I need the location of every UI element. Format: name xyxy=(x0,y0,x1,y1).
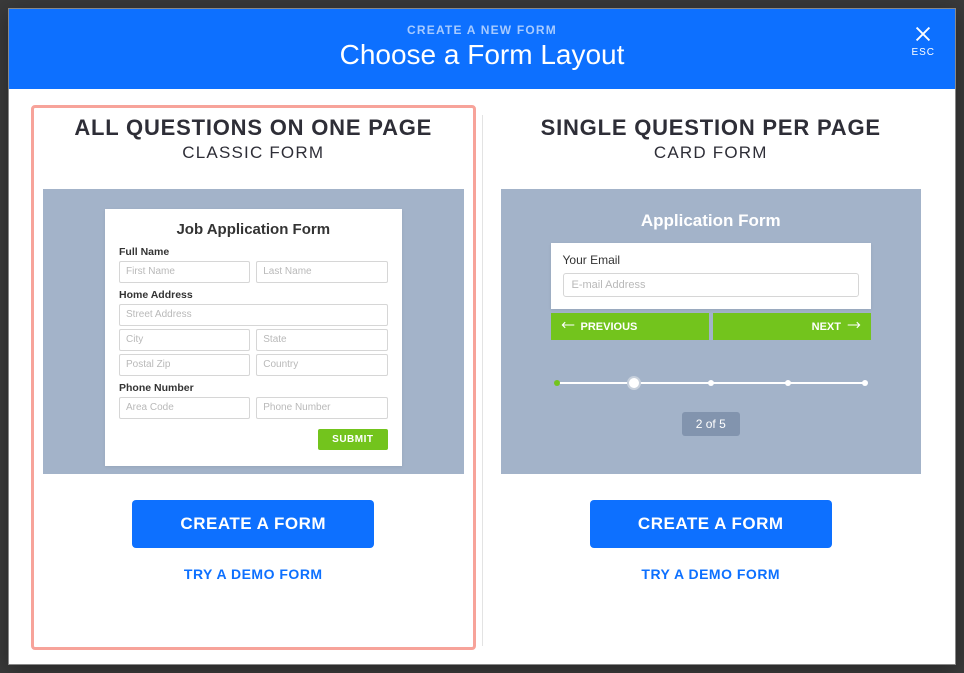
preview-input-lastname: Last Name xyxy=(256,261,387,283)
preview-sheet: Job Application Form Full Name First Nam… xyxy=(105,209,402,466)
preview-label-address: Home Address xyxy=(119,289,388,301)
preview-input-firstname: First Name xyxy=(119,261,250,283)
preview-submit-button: SUBMIT xyxy=(318,429,387,450)
preview-input-city: City xyxy=(119,329,250,351)
card-next-button: NEXT xyxy=(713,313,871,340)
preview-label-fullname: Full Name xyxy=(119,246,388,258)
create-card-button[interactable]: CREATE A FORM xyxy=(590,500,832,548)
preview-form-title: Job Application Form xyxy=(119,221,388,238)
card-next-label: NEXT xyxy=(812,321,841,333)
close-label: ESC xyxy=(911,47,935,58)
close-icon xyxy=(911,23,935,45)
card-field-label: Your Email xyxy=(563,253,860,267)
demo-card-link[interactable]: TRY A DEMO FORM xyxy=(501,566,922,582)
arrow-right-icon xyxy=(847,320,861,333)
close-button[interactable]: ESC xyxy=(911,23,935,58)
progress-dot-4 xyxy=(785,380,791,386)
card-nav: PREVIOUS NEXT xyxy=(551,313,872,340)
preview-input-street: Street Address xyxy=(119,304,388,326)
column-divider xyxy=(482,115,483,646)
preview-label-phone: Phone Number xyxy=(119,382,388,394)
modal-header: CREATE A NEW FORM Choose a Form Layout E… xyxy=(9,9,955,89)
modal-body: ALL QUESTIONS ON ONE PAGE CLASSIC FORM J… xyxy=(9,89,955,664)
option-card-form[interactable]: SINGLE QUESTION PER PAGE CARD FORM Appli… xyxy=(485,115,938,646)
preview-input-postal: Postal Zip xyxy=(119,354,250,376)
header-title: Choose a Form Layout xyxy=(19,39,945,71)
progress-dot-5 xyxy=(862,380,868,386)
header-eyebrow: CREATE A NEW FORM xyxy=(19,23,945,37)
classic-subtitle: CLASSIC FORM xyxy=(43,143,464,163)
card-preview: Application Form Your Email E-mail Addre… xyxy=(501,189,922,474)
card-preview-card: Your Email E-mail Address xyxy=(551,243,872,309)
preview-input-phone: Phone Number xyxy=(256,397,387,419)
preview-input-state: State xyxy=(256,329,387,351)
card-prev-label: PREVIOUS xyxy=(581,321,638,333)
progress-dot-2 xyxy=(627,376,641,390)
progress-dot-1 xyxy=(554,380,560,386)
classic-heading: ALL QUESTIONS ON ONE PAGE xyxy=(43,115,464,141)
card-heading: SINGLE QUESTION PER PAGE xyxy=(501,115,922,141)
preview-input-areacode: Area Code xyxy=(119,397,250,419)
preview-input-country: Country xyxy=(256,354,387,376)
card-preview-title: Application Form xyxy=(551,211,872,231)
modal: CREATE A NEW FORM Choose a Form Layout E… xyxy=(8,8,956,665)
card-pager: 2 of 5 xyxy=(682,412,740,436)
classic-preview: Job Application Form Full Name First Nam… xyxy=(43,189,464,474)
demo-classic-link[interactable]: TRY A DEMO FORM xyxy=(43,566,464,582)
card-prev-button: PREVIOUS xyxy=(551,313,709,340)
card-actions: CREATE A FORM TRY A DEMO FORM xyxy=(501,500,922,582)
card-subtitle: CARD FORM xyxy=(501,143,922,163)
card-preview-wrap: Application Form Your Email E-mail Addre… xyxy=(551,211,872,436)
option-classic-form[interactable]: ALL QUESTIONS ON ONE PAGE CLASSIC FORM J… xyxy=(27,115,480,646)
card-field-input: E-mail Address xyxy=(563,273,860,297)
create-classic-button[interactable]: CREATE A FORM xyxy=(132,500,374,548)
card-progress xyxy=(551,378,872,388)
classic-actions: CREATE A FORM TRY A DEMO FORM xyxy=(43,500,464,582)
arrow-left-icon xyxy=(561,320,575,333)
progress-dot-3 xyxy=(708,380,714,386)
